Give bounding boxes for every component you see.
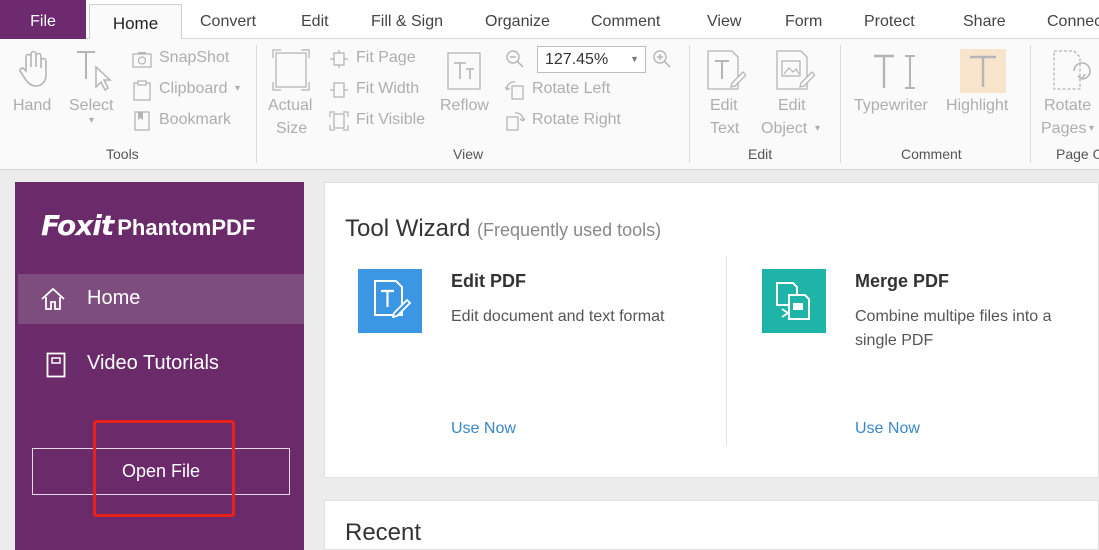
tool-wizard-title: Tool Wizard (Frequently used tools) [345,215,661,243]
rotate-pages-label-1: Rotate [1044,97,1092,114]
tab-file[interactable]: File [0,0,86,39]
fit-visible-label: Fit Visible [356,111,426,128]
tab-organize[interactable]: Organize [485,0,550,39]
reflow-label: Reflow [440,97,489,114]
actual-size-icon [272,49,310,91]
ribbon-separator [1030,45,1031,163]
sidebar-item-label: Video Tutorials [87,352,219,374]
camera-icon [132,52,152,68]
notebook-icon [46,352,66,378]
tab-share[interactable]: Share [963,0,1006,39]
tool-wizard-heading: Tool Wizard [345,215,471,242]
rotate-pages-label-2: Pages [1041,120,1087,137]
ribbon-separator [840,45,841,163]
rotate-left-icon [505,81,524,100]
fit-visible-icon [329,111,349,131]
edit-text-label-1: Edit [710,97,738,114]
fit-page-label: Fit Page [356,49,416,66]
product-name: PhantomPDF [117,215,256,240]
merge-pdf-use-now-link[interactable]: Use Now [855,420,920,438]
hand-label: Hand [13,97,52,114]
edit-text-label-2: Text [710,120,740,137]
tab-form[interactable]: Form [785,0,822,39]
chevron-down-icon: ▾ [815,123,821,134]
view-group-label: View [453,146,484,162]
annotation-highlight-box [93,420,235,517]
recent-title: Recent [345,519,422,546]
zoom-value: 127.45% [545,51,609,68]
edit-object-label-2: Object [761,120,808,137]
chevron-down-icon: ▼ [630,54,639,64]
menu-bar: File Home Convert Edit Fill & Sign Organ… [0,0,1099,40]
clipboard-label: Clipboard [159,80,228,97]
actual-size-label-1: Actual [268,97,313,114]
snapshot-label: SnapShot [159,49,230,66]
typewriter-icon [874,54,915,89]
tab-connect[interactable]: Connec [1047,0,1099,39]
zoom-out-icon[interactable] [505,49,525,69]
typewriter-label: Typewriter [854,97,928,114]
rotate-left-label: Rotate Left [532,80,611,97]
edit-text-icon [707,50,746,90]
fit-width-label: Fit Width [356,80,420,97]
app-logo: Foxit PhantomPDF [41,209,255,242]
brand-name: Foxit [41,209,114,242]
fit-page-icon [330,50,348,68]
actual-size-label-2: Size [276,120,308,137]
tool-wizard-card: Tool Wizard (Frequently used tools) Edit… [324,182,1099,478]
recent-card: Recent [324,500,1099,550]
ribbon: Hand Select ▾ SnapShot Clipboard ▾ Bookm… [0,39,1099,170]
edit-pdf-description: Edit document and text format [451,308,665,325]
tool-wizard-subtitle: (Frequently used tools) [477,220,662,240]
reflow-icon [447,52,481,90]
ribbon-separator [689,45,690,163]
tab-convert[interactable]: Convert [200,0,256,39]
edit-group-label: Edit [748,146,773,162]
tab-view[interactable]: View [707,0,741,39]
tab-protect[interactable]: Protect [864,0,915,39]
fit-width-icon [330,82,348,98]
ribbon-separator [256,45,257,163]
highlight-label: Highlight [946,97,1009,114]
bookmark-label: Bookmark [159,111,232,128]
home-icon [41,287,65,310]
bookmark-icon [134,111,150,131]
rotate-right-icon [506,112,525,131]
edit-object-label-1: Edit [778,97,806,114]
zoom-in-icon[interactable] [652,49,672,69]
tab-edit[interactable]: Edit [301,0,329,39]
clipboard-icon [133,80,151,101]
edit-pdf-icon[interactable] [358,269,422,333]
chevron-down-icon: ▾ [1089,123,1095,134]
sidebar-item-label: Home [87,287,141,309]
tab-home[interactable]: Home [89,4,182,40]
chevron-down-icon: ▾ [235,83,241,94]
merge-pdf-title: Merge PDF [855,271,950,291]
hand-icon [19,50,47,87]
tab-fill-sign[interactable]: Fill & Sign [371,0,443,39]
wizard-divider [726,256,727,446]
edit-pdf-use-now-link[interactable]: Use Now [451,420,516,438]
page-group-label: Page O [1056,146,1099,162]
merge-pdf-description: Combine multipe files into a single PDF [855,308,1052,349]
zoom-select[interactable]: 127.45% ▼ [537,46,646,73]
sidebar-item-video-tutorials[interactable]: Video Tutorials [18,339,304,389]
highlight-icon [960,49,1006,93]
merge-pdf-icon[interactable] [762,269,826,333]
select-label: Select [69,97,114,114]
rotate-right-label: Rotate Right [532,111,621,128]
tools-group-label: Tools [106,146,139,162]
sidebar-item-home[interactable]: Home [18,274,304,324]
select-text-icon [77,51,112,91]
edit-object-icon [776,50,815,90]
comment-group-label: Comment [901,146,962,162]
rotate-pages-icon [1053,50,1091,90]
tab-comment[interactable]: Comment [591,0,660,39]
chevron-down-icon: ▾ [89,115,95,126]
edit-pdf-title: Edit PDF [451,271,526,291]
